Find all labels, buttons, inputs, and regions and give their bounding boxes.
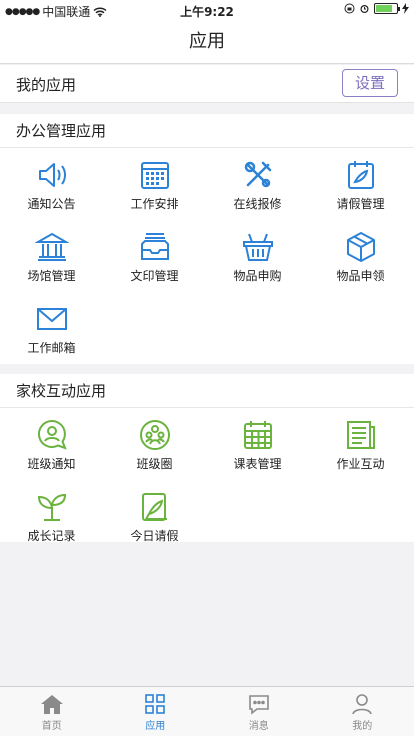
app-label: 班级通知 [27,457,76,471]
status-bar: ●●●●● 中国联通 上午9:22 [0,0,414,20]
homework-icon [346,421,375,449]
tab-label: 应用 [145,721,166,732]
app-venue-management[interactable]: 场馆管理 [0,220,103,292]
app-label: 场馆管理 [27,269,76,283]
app-work-schedule[interactable]: 工作安排 [103,148,206,220]
tab-label: 我的 [352,721,373,732]
app-online-repair[interactable]: 在线报修 [206,148,309,220]
home-school-section-title: 家校互动应用 [0,374,414,408]
app-timetable[interactable]: 课表管理 [206,408,309,480]
building-icon [34,232,69,261]
app-work-mail[interactable]: 工作邮箱 [0,292,103,364]
mail-icon [36,308,67,330]
tab-label: 首页 [41,721,62,732]
calendar-icon [140,162,169,189]
empty-area [0,542,414,686]
charging-icon [402,3,409,14]
leave-note-icon [347,161,374,189]
orientation-lock-icon [344,3,355,14]
print-tray-icon [140,233,169,260]
box-icon [346,232,375,262]
app-label: 通知公告 [27,197,76,211]
app-label: 工作安排 [130,197,179,211]
status-right [344,3,409,14]
app-label: 物品申领 [336,269,385,283]
basket-icon [242,233,273,261]
sprout-icon [37,493,66,521]
tab-messages[interactable]: 消息 [207,687,311,736]
alarm-icon [360,5,369,13]
tab-label: 消息 [248,721,269,732]
apps-icon [145,694,166,714]
speaker-icon [38,163,66,187]
app-label: 在线报修 [233,197,282,211]
app-label: 班级圈 [136,457,173,471]
office-apps-section: 办公管理应用 通知公告 工作安排 在线报修 请假管理 场馆管理 文印管理 物品申… [0,114,414,364]
app-label: 请假管理 [336,197,385,211]
my-apps-title: 我的应用 [16,76,77,94]
app-class-circle[interactable]: 班级圈 [103,408,206,480]
app-leave-management[interactable]: 请假管理 [309,148,412,220]
app-notice[interactable]: 通知公告 [0,148,103,220]
class-circle-icon [139,420,170,450]
tab-bar: 首页 应用 消息 我的 [0,686,414,736]
tab-profile[interactable]: 我的 [311,687,414,736]
class-notice-icon [37,419,67,450]
home-school-section: 家校互动应用 班级通知 班级圈 课表管理 作业互动 成长记录 今日请假 [0,374,414,543]
nav-bar: 应用 [0,20,414,64]
office-section-title: 办公管理应用 [0,114,414,148]
today-leave-icon [141,493,167,521]
tab-home[interactable]: 首页 [0,687,104,736]
app-label: 工作邮箱 [27,341,76,355]
app-homework[interactable]: 作业互动 [309,408,412,480]
app-label: 课表管理 [233,457,282,471]
home-icon [40,695,63,714]
app-item-purchase[interactable]: 物品申购 [206,220,309,292]
app-class-notice[interactable]: 班级通知 [0,408,103,480]
settings-button[interactable]: 设置 [342,69,398,97]
app-item-request[interactable]: 物品申领 [309,220,412,292]
timetable-icon [243,421,272,449]
app-label: 物品申购 [233,269,282,283]
app-label: 作业互动 [336,457,385,471]
app-label: 文印管理 [130,269,179,283]
tab-apps[interactable]: 应用 [104,687,208,736]
page-title: 应用 [189,31,225,52]
app-print-management[interactable]: 文印管理 [103,220,206,292]
my-apps-row: 我的应用 设置 [0,65,414,103]
profile-icon [352,694,373,715]
message-icon [248,695,269,715]
battery-icon [374,3,400,14]
repair-tools-icon [244,161,271,188]
